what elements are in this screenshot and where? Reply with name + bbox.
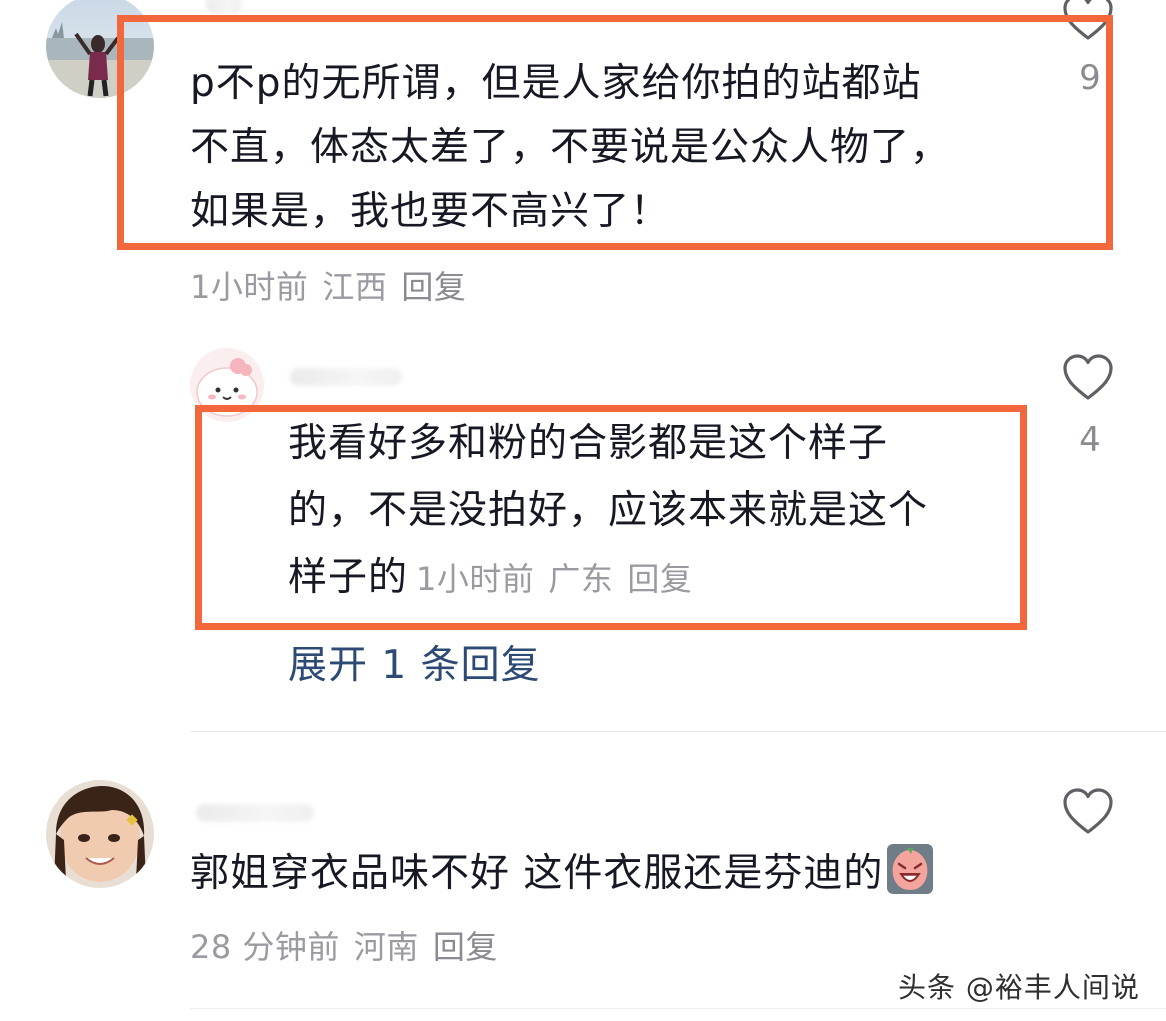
watermark: 头条 @裕丰人间说 bbox=[898, 971, 1140, 1004]
crying-face-emoji bbox=[887, 844, 934, 894]
comment-line: 郭姐穿衣品味不好 这件衣服还是芬迪的 bbox=[190, 851, 884, 896]
comment-line: 样子的 1小时前 广东 回复 bbox=[288, 544, 928, 613]
reply-button[interactable]: 回复 bbox=[627, 560, 692, 598]
comment-text: 郭姐穿衣品味不好 这件衣服还是芬迪的 bbox=[190, 842, 934, 906]
like-count: 4 bbox=[1079, 420, 1101, 460]
heart-icon[interactable] bbox=[1062, 0, 1114, 42]
timestamp: 1小时前 bbox=[190, 268, 309, 306]
comment-text: p不p的无所谓，但是人家给你拍的站都站 不直，体态太差了，不要说是公众人物了， … bbox=[190, 52, 950, 244]
comment-text: 我看好多和粉的合影都是这个样子 的，不是没拍好，应该本来就是这个 样子的 1小时前… bbox=[288, 410, 928, 613]
comment-line: p不p的无所谓，但是人家给你拍的站都站 bbox=[190, 61, 922, 106]
username-blurred[interactable] bbox=[206, 0, 242, 14]
comment-line: 的，不是没拍好，应该本来就是这个 bbox=[288, 488, 929, 533]
reply-button[interactable]: 回复 bbox=[401, 268, 466, 306]
username-blurred[interactable] bbox=[196, 804, 314, 822]
location: 江西 bbox=[322, 268, 388, 306]
comment-meta: 28 分钟前 河南 回复 bbox=[190, 922, 512, 968]
comment-meta: 1小时前 江西 回复 bbox=[190, 262, 480, 308]
timestamp: 1小时前 bbox=[416, 560, 535, 598]
avatar[interactable] bbox=[190, 348, 264, 422]
comment-meta: 1小时前 广东 回复 bbox=[416, 560, 706, 598]
heart-icon[interactable] bbox=[1062, 354, 1114, 402]
comment-line: 如果是，我也要不高兴了！ bbox=[190, 189, 671, 234]
heart-icon[interactable] bbox=[1062, 788, 1114, 836]
divider bbox=[190, 1008, 1166, 1009]
divider bbox=[190, 731, 1166, 732]
reply-button[interactable]: 回复 bbox=[433, 928, 498, 966]
comment-line-end: 样子的 bbox=[288, 555, 409, 600]
comment-line: 不直，体态太差了，不要说是公众人物了， bbox=[190, 125, 951, 170]
location: 广东 bbox=[548, 560, 614, 598]
avatar[interactable] bbox=[46, 0, 154, 98]
comment-line: 我看好多和粉的合影都是这个样子 bbox=[288, 421, 889, 466]
username-blurred[interactable] bbox=[290, 368, 402, 386]
expand-replies-button[interactable]: 展开 1 条回复 bbox=[288, 634, 541, 690]
like-count: 9 bbox=[1079, 58, 1101, 98]
location: 河南 bbox=[353, 928, 419, 966]
avatar[interactable] bbox=[46, 780, 154, 888]
timestamp: 28 分钟前 bbox=[190, 928, 340, 966]
